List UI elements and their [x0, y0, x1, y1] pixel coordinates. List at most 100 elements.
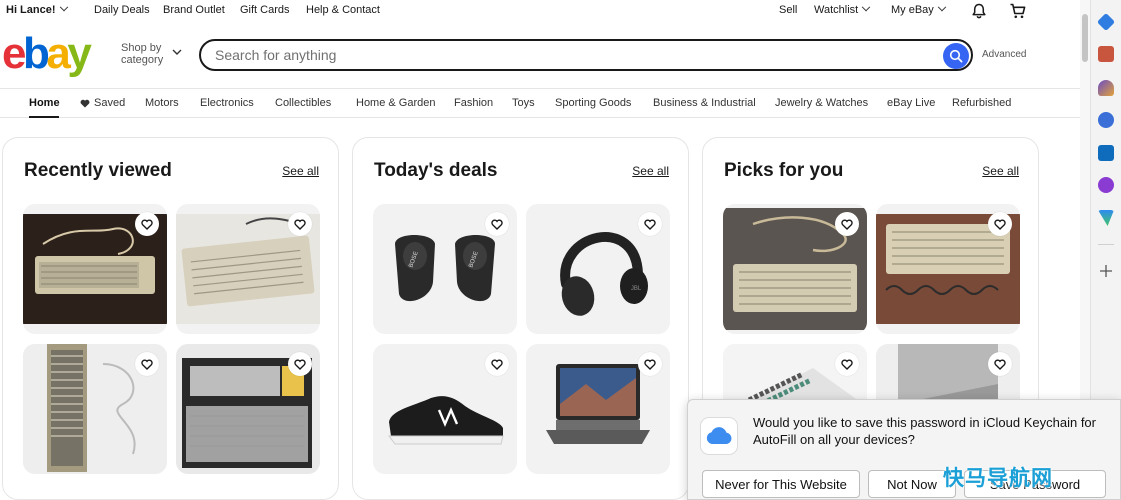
save-heart-button[interactable] — [835, 212, 859, 236]
logo-letter-y: y — [67, 29, 91, 78]
advanced-search-link[interactable]: Advanced — [982, 49, 1026, 60]
product-tile[interactable] — [23, 344, 167, 474]
nav-refurbished[interactable]: Refurbished — [952, 97, 1011, 109]
product-tile[interactable] — [373, 344, 517, 474]
product-tile[interactable] — [176, 204, 320, 334]
people-icon[interactable] — [1098, 80, 1114, 96]
card-title: Picks for you — [724, 160, 844, 181]
chevron-down-icon — [937, 2, 947, 12]
my-ebay-link[interactable]: My eBay — [891, 2, 947, 16]
product-tile[interactable]: BOSE BOSE — [373, 204, 517, 334]
nav-business-industrial[interactable]: Business & Industrial — [653, 97, 756, 109]
daily-deals-link[interactable]: Daily Deals — [94, 4, 150, 16]
heart-icon — [994, 218, 1006, 230]
shop-by-label: Shop by — [121, 42, 162, 54]
card-title: Recently viewed — [24, 160, 172, 181]
heart-icon — [294, 358, 306, 370]
product-tile[interactable] — [176, 344, 320, 474]
chevron-down-icon[interactable] — [172, 48, 182, 56]
scrollbar-thumb[interactable] — [1082, 14, 1088, 62]
search-input[interactable] — [215, 46, 915, 64]
watermark: 快马导航网 — [943, 466, 1053, 490]
heart-icon — [841, 218, 853, 230]
save-heart-button[interactable] — [835, 352, 859, 376]
save-heart-button[interactable] — [638, 352, 662, 376]
logo-letter-e: e — [2, 29, 26, 78]
heart-icon — [841, 358, 853, 370]
extension-icon[interactable] — [1098, 177, 1114, 193]
product-tile[interactable] — [876, 204, 1020, 334]
gift-cards-link[interactable]: Gift Cards — [240, 4, 290, 16]
save-heart-button[interactable] — [485, 212, 509, 236]
ebay-logo[interactable]: ebay — [2, 29, 92, 78]
save-heart-button[interactable] — [135, 352, 159, 376]
see-all-link[interactable]: See all — [282, 164, 319, 178]
category-nav: Home Saved Motors Electronics Collectibl… — [0, 88, 1080, 118]
popup-message: Would you like to save this password in … — [753, 415, 1096, 447]
heart-icon — [491, 218, 503, 230]
heart-icon — [994, 358, 1006, 370]
product-tile[interactable]: JBL — [526, 204, 670, 334]
nav-motors[interactable]: Motors — [145, 97, 179, 109]
watchlist-label: Watchlist — [814, 4, 859, 16]
top-utility-bar: Hi Lance! Daily Deals Brand Outlet Gift … — [0, 0, 1080, 22]
nav-sporting-goods[interactable]: Sporting Goods — [555, 97, 631, 109]
shop-by-category-button[interactable]: Shop by category — [121, 42, 163, 66]
logo-letter-a: a — [46, 29, 70, 78]
todays-deals-card: Today's deals See all BOSE BOSE JBL — [352, 137, 689, 500]
sidebar-divider — [1098, 244, 1114, 245]
see-all-link[interactable]: See all — [632, 164, 669, 178]
nav-home-garden[interactable]: Home & Garden — [356, 97, 435, 109]
nav-home[interactable]: Home — [29, 97, 60, 109]
heart-icon — [80, 99, 90, 107]
save-heart-button[interactable] — [135, 212, 159, 236]
save-heart-button[interactable] — [288, 212, 312, 236]
category-label: category — [121, 54, 164, 66]
nav-electronics[interactable]: Electronics — [200, 97, 254, 109]
save-password-popup: Would you like to save this password in … — [687, 399, 1121, 500]
search-icon — [949, 49, 963, 63]
bell-icon[interactable] — [970, 2, 988, 20]
nav-saved[interactable]: Saved — [80, 97, 125, 109]
save-heart-button[interactable] — [485, 352, 509, 376]
plus-icon[interactable] — [1099, 264, 1113, 278]
chevron-down-icon — [861, 2, 871, 12]
greeting-label: Hi Lance! — [6, 4, 56, 16]
cart-icon[interactable] — [1009, 2, 1027, 20]
heart-icon — [141, 358, 153, 370]
heart-icon — [491, 358, 503, 370]
my-ebay-label: My eBay — [891, 4, 934, 16]
save-heart-button[interactable] — [638, 212, 662, 236]
nav-jewelry-watches[interactable]: Jewelry & Watches — [775, 97, 868, 109]
chevron-down-icon — [59, 2, 68, 12]
sell-link[interactable]: Sell — [779, 4, 797, 16]
nav-toys[interactable]: Toys — [512, 97, 535, 109]
greeting-link[interactable]: Hi Lance! — [6, 2, 68, 16]
outlook-icon[interactable] — [1098, 145, 1114, 161]
save-heart-button[interactable] — [288, 352, 312, 376]
heart-icon — [141, 218, 153, 230]
icloud-icon — [700, 417, 738, 455]
save-heart-button[interactable] — [988, 212, 1012, 236]
product-tile[interactable] — [723, 204, 867, 334]
brand-mark: JBL — [631, 286, 642, 292]
heart-icon — [644, 358, 656, 370]
nav-fashion[interactable]: Fashion — [454, 97, 493, 109]
brand-outlet-link[interactable]: Brand Outlet — [163, 4, 225, 16]
help-contact-link[interactable]: Help & Contact — [306, 4, 380, 16]
copilot-icon[interactable] — [1098, 112, 1114, 128]
card-title: Today's deals — [374, 160, 498, 181]
search-bar — [199, 39, 973, 71]
search-button[interactable] — [943, 43, 969, 69]
watchlist-link[interactable]: Watchlist — [814, 2, 871, 16]
briefcase-icon[interactable] — [1098, 46, 1114, 62]
heart-icon — [644, 218, 656, 230]
product-tile[interactable] — [23, 204, 167, 334]
never-for-this-website-button[interactable]: Never for This Website — [702, 470, 860, 498]
active-tab-underline — [29, 116, 59, 118]
see-all-link[interactable]: See all — [982, 164, 1019, 178]
nav-collectibles[interactable]: Collectibles — [275, 97, 331, 109]
nav-ebay-live[interactable]: eBay Live — [887, 97, 935, 109]
product-tile[interactable] — [526, 344, 670, 474]
save-heart-button[interactable] — [988, 352, 1012, 376]
